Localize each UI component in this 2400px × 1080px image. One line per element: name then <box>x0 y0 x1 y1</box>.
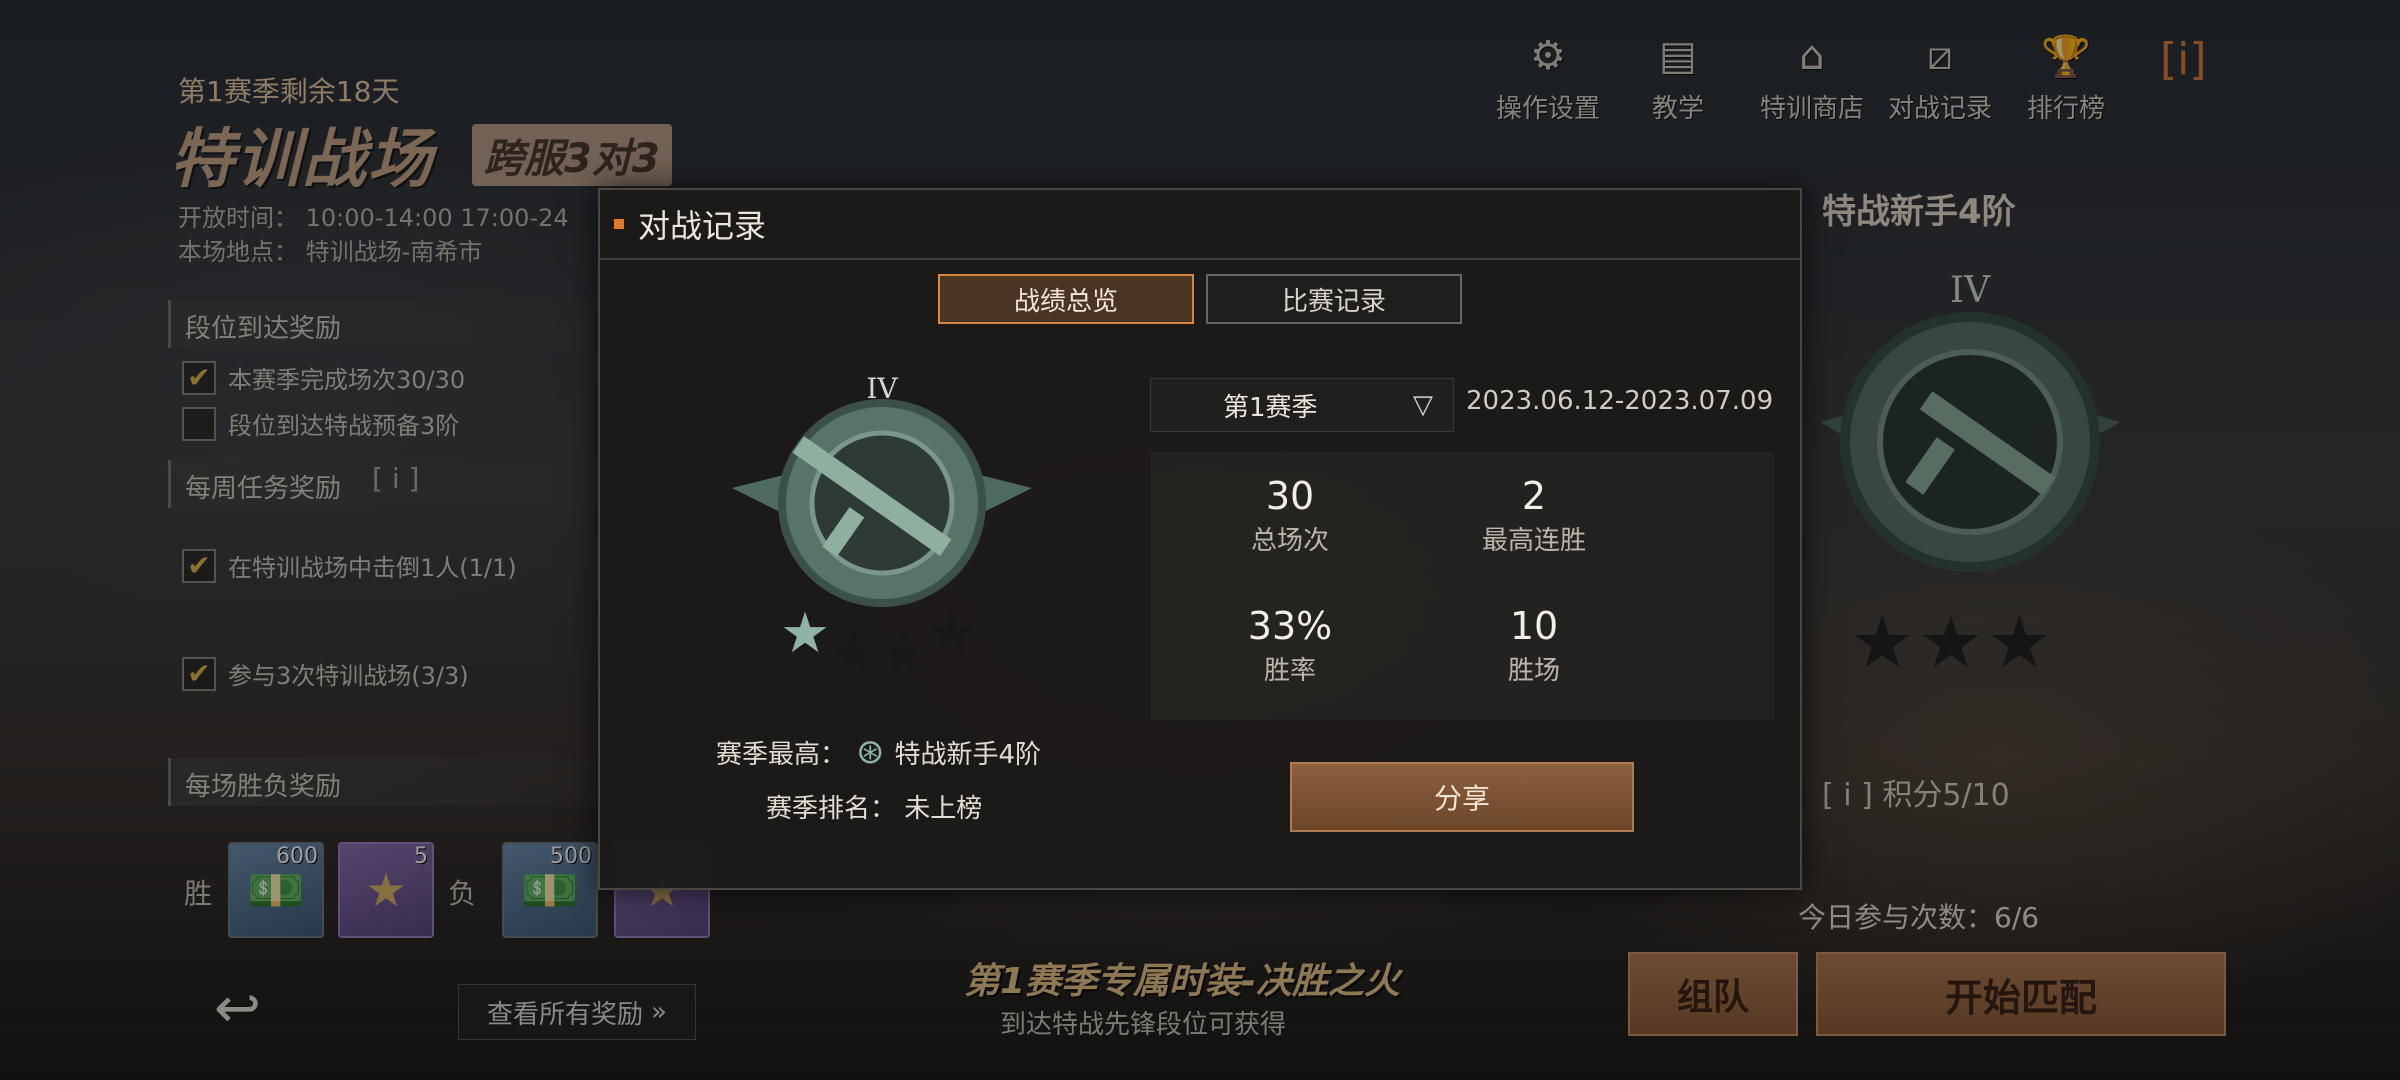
tab-match-history[interactable]: 比赛记录 <box>1206 274 1462 324</box>
rank-mini-icon: ⊛ <box>856 732 885 772</box>
stat-value: 2 <box>1521 474 1547 518</box>
stat-label: 最高连胜 <box>1481 526 1586 556</box>
star-empty-icon: ★ <box>878 621 929 686</box>
game-screen: 第1赛季剩余18天 特训战场 跨服3对3 开放时间： 10:00-14:00 1… <box>0 0 2400 1080</box>
season-date-range: 2023.06.12-2023.07.09 <box>1466 386 1774 416</box>
season-rank-row: 赛季排名： 未上榜 <box>766 788 982 825</box>
stat-win-rate: 33% 胜率 <box>1170 604 1410 687</box>
star-filled-icon: ★ <box>780 601 831 666</box>
battle-record-dialog: 对战记录 战绩总览 比赛记录 IV ★ ★ ★ ★ 赛季最高： ⊛ 特战新手4阶… <box>598 188 1802 890</box>
stat-value: 33% <box>1247 604 1333 648</box>
season-best-label: 赛季最高： <box>716 739 847 770</box>
stat-total-matches: 30 总场次 <box>1170 474 1410 557</box>
stat-win-streak: 2 最高连胜 <box>1414 474 1654 557</box>
badge-tier-label: IV <box>866 372 898 405</box>
stat-label: 胜场 <box>1507 656 1560 686</box>
stat-label: 总场次 <box>1250 526 1329 556</box>
season-dropdown[interactable]: 第1赛季 ▽ <box>1150 378 1454 432</box>
stat-wins: 10 胜场 <box>1414 604 1654 687</box>
stat-value: 10 <box>1509 604 1559 648</box>
season-rank-label: 赛季排名： <box>766 794 897 824</box>
share-button[interactable]: 分享 <box>1290 762 1634 832</box>
season-rank-value: 未上榜 <box>904 794 983 824</box>
stat-label: 胜率 <box>1263 656 1316 686</box>
dialog-header: 对战记录 <box>600 190 1800 260</box>
tab-overview[interactable]: 战绩总览 <box>938 274 1194 324</box>
stat-value: 30 <box>1265 474 1315 518</box>
dialog-title: 对战记录 <box>638 207 767 245</box>
title-marker <box>614 219 624 229</box>
star-empty-icon: ★ <box>828 621 879 686</box>
chevron-down-icon: ▽ <box>1413 390 1433 420</box>
season-best-value: 特战新手4阶 <box>894 739 1042 770</box>
season-best-row: 赛季最高： ⊛ 特战新手4阶 <box>716 732 1041 772</box>
rank-badge-icon: IV <box>732 372 1032 607</box>
season-dropdown-value: 第1赛季 <box>1223 392 1318 423</box>
stats-panel: 30 总场次 2 最高连胜 33% 胜率 10 胜场 <box>1150 452 1774 720</box>
rank-stars: ★ ★ ★ ★ <box>780 606 1000 696</box>
star-empty-icon: ★ <box>926 601 977 666</box>
